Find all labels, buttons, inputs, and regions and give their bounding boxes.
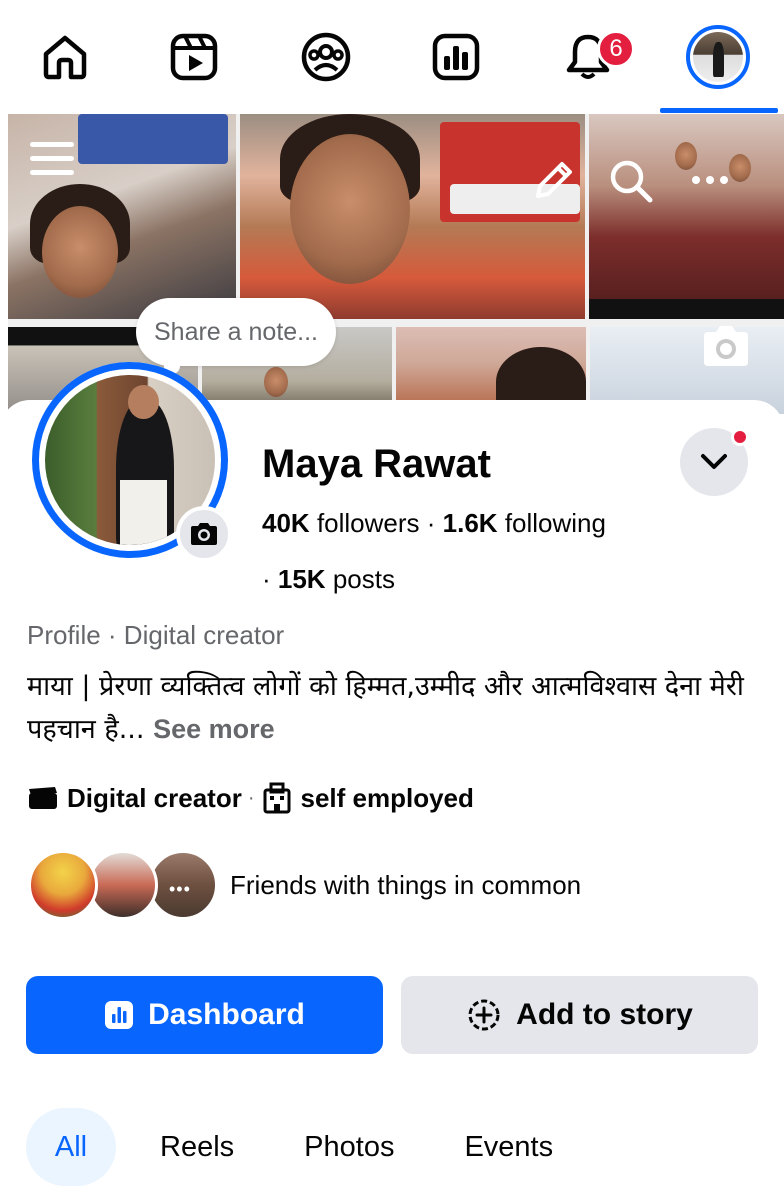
avatar: [686, 25, 750, 89]
search-icon[interactable]: [608, 158, 654, 204]
profile-tabs: All Reels Photos Events: [26, 1108, 553, 1186]
nav-dashboard[interactable]: [396, 0, 516, 114]
cover-collage-photo: [240, 114, 585, 319]
followers-count[interactable]: 40K: [262, 508, 310, 538]
more-friends-icon: •••: [169, 879, 191, 899]
clapperboard-icon: [29, 787, 57, 809]
following-count[interactable]: 1.6K: [443, 508, 498, 538]
profile-bio: माया | प्रेरणा व्यक्तित्व लोगों को हिम्म…: [27, 666, 767, 751]
groups-icon: [301, 32, 351, 82]
notification-dot: [731, 428, 749, 446]
profile-type-label: Profile · Digital creator: [27, 620, 285, 650]
nav-groups[interactable]: [266, 0, 386, 114]
dashboard-button-label: Dashboard: [148, 998, 305, 1031]
cover-camera-icon[interactable]: [700, 324, 752, 368]
avatar: •••: [148, 850, 218, 920]
following-label[interactable]: following: [505, 508, 606, 538]
nav-reels[interactable]: [134, 0, 254, 114]
home-icon: [43, 35, 87, 80]
profile-camera-button[interactable]: [176, 506, 232, 562]
friends-text: Friends with things in common: [230, 869, 582, 900]
add-to-story-button[interactable]: Add to story: [401, 976, 758, 1054]
tab-reels[interactable]: Reels: [160, 1108, 234, 1186]
posts-label[interactable]: posts: [333, 564, 395, 594]
tab-events[interactable]: Events: [464, 1108, 553, 1186]
building-icon: [263, 782, 290, 814]
cover-collage-photo: [589, 114, 784, 319]
see-more-link[interactable]: See more: [153, 714, 275, 744]
nav-profile[interactable]: [658, 0, 778, 114]
posts-stats: · 15K posts: [262, 564, 395, 595]
edit-pencil-icon[interactable]: [532, 158, 576, 202]
profile-details: Digital creator · self employed: [27, 782, 474, 814]
followers-label[interactable]: followers: [317, 508, 420, 538]
posts-count[interactable]: 15K: [278, 564, 326, 594]
avatar: [88, 850, 158, 920]
more-options-icon[interactable]: [690, 170, 730, 190]
top-navigation-bar: 6: [0, 0, 784, 114]
notification-badge: 6: [597, 30, 635, 68]
dashboard-icon: [432, 33, 480, 81]
bio-text: माया | प्रेरणा व्यक्तित्व लोगों को हिम्म…: [27, 671, 744, 745]
active-tab-indicator: [660, 108, 778, 113]
detail-work[interactable]: self employed: [301, 783, 474, 814]
camera-icon: [191, 523, 217, 545]
chevron-down-icon: [701, 454, 727, 469]
detail-category[interactable]: Digital creator: [67, 783, 242, 814]
tab-photos[interactable]: Photos: [304, 1108, 394, 1186]
profile-name: Maya Rawat: [262, 442, 491, 486]
reels-icon: [170, 33, 218, 81]
nav-home[interactable]: [5, 0, 125, 114]
follow-stats: 40K followers · 1.6K following: [262, 508, 606, 539]
mutual-friends-row[interactable]: ••• Friends with things in common: [28, 848, 581, 922]
tab-all[interactable]: All: [26, 1108, 116, 1186]
stats-separator: ·: [262, 564, 278, 594]
menu-icon[interactable]: [28, 134, 76, 182]
share-note-bubble[interactable]: Share a note...: [136, 298, 337, 366]
stats-separator: ·: [426, 508, 443, 538]
dashboard-icon: [105, 1001, 134, 1029]
dashboard-button[interactable]: Dashboard: [26, 976, 383, 1054]
add-story-icon: [468, 999, 500, 1031]
avatar: [28, 850, 98, 920]
detail-separator: ·: [247, 786, 255, 809]
add-to-story-label: Add to story: [516, 998, 693, 1031]
